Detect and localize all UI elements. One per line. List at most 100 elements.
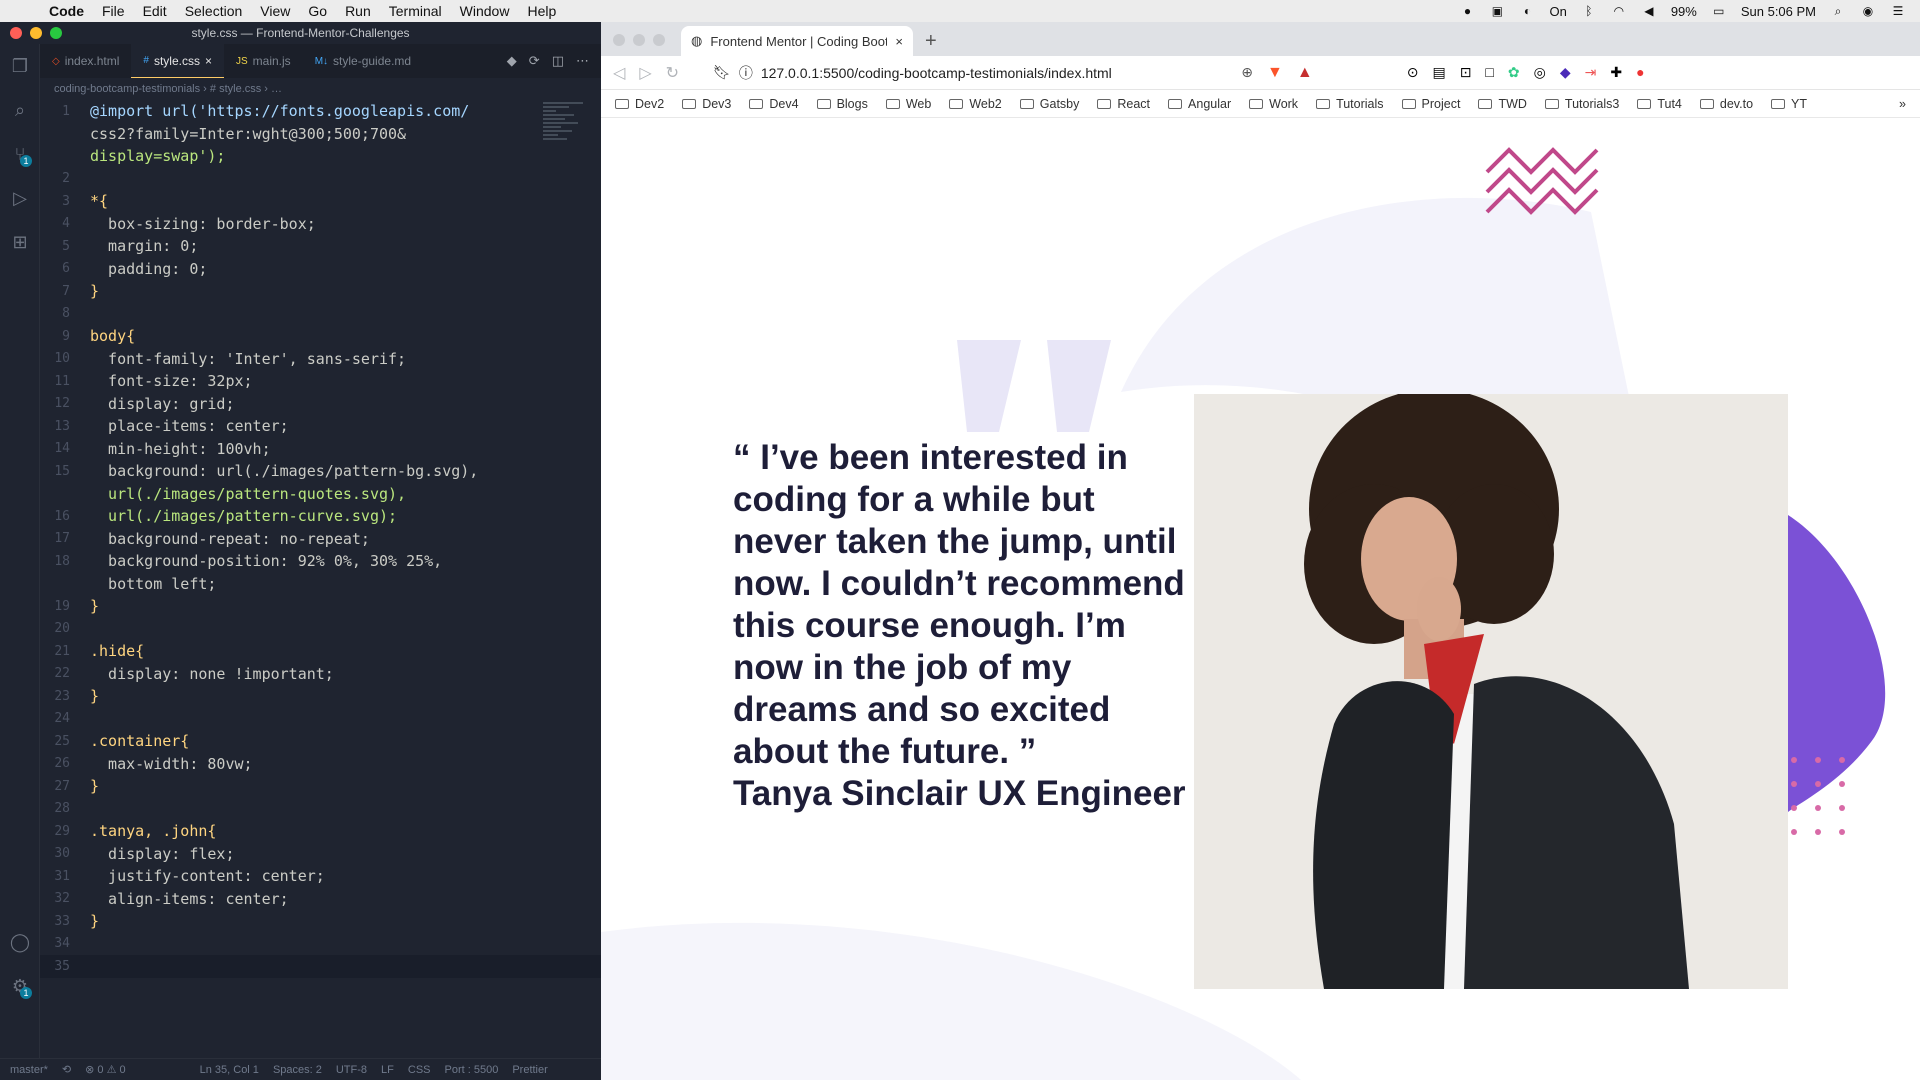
extension-icon[interactable]: ◎ — [1534, 64, 1546, 81]
code-line[interactable]: 3 *{ — [40, 190, 601, 213]
code-line[interactable]: url(./images/pattern-quotes.svg), — [40, 483, 601, 506]
battery-icon[interactable]: ▭ — [1711, 4, 1727, 18]
browser-minimize-button[interactable] — [633, 34, 645, 46]
code-line[interactable]: 30 display: flex; — [40, 843, 601, 866]
git-compare-icon[interactable]: ◆ — [507, 53, 517, 69]
control-center-icon[interactable]: ☰ — [1890, 4, 1906, 18]
extension-icon[interactable]: ⊙ — [1407, 64, 1419, 81]
menu-view[interactable]: View — [251, 3, 299, 19]
back-icon[interactable]: ◁ — [613, 63, 625, 83]
code-line[interactable]: 17 background-repeat: no-repeat; — [40, 528, 601, 551]
bookmark-folder[interactable]: Tutorials — [1316, 97, 1384, 111]
bookmarks-overflow-button[interactable]: » — [1899, 97, 1920, 111]
code-text[interactable]: display=swap'); — [90, 147, 225, 165]
code-line[interactable]: 13 place-items: center; — [40, 415, 601, 438]
cursor-position[interactable]: Ln 35, Col 1 — [200, 1064, 259, 1076]
code-line[interactable]: 21 .hide{ — [40, 640, 601, 663]
code-text[interactable]: url(./images/pattern-quotes.svg), — [90, 485, 406, 503]
code-text[interactable]: font-size: 32px; — [90, 372, 253, 390]
code-line[interactable]: 14 min-height: 100vh; — [40, 438, 601, 461]
code-line[interactable]: 27} — [40, 775, 601, 798]
code-line[interactable]: 8 — [40, 303, 601, 326]
bookmark-folder[interactable]: Gatsby — [1019, 97, 1079, 111]
tab-main-js[interactable]: JS main.js — [224, 44, 303, 78]
search-icon[interactable]: ⌕ — [0, 88, 40, 132]
minimize-window-button[interactable] — [30, 27, 42, 39]
code-line[interactable]: 6 padding: 0; — [40, 258, 601, 281]
extension-icon[interactable]: ◆ — [1560, 64, 1571, 81]
new-tab-button[interactable]: + — [925, 26, 937, 56]
code-line[interactable]: 22 display: none !important; — [40, 663, 601, 686]
menu-edit[interactable]: Edit — [134, 3, 176, 19]
code-line[interactable]: 10 font-family: 'Inter', sans-serif; — [40, 348, 601, 371]
gatekeeper-icon[interactable]: ● — [1459, 4, 1475, 18]
extension-icon[interactable]: ✿ — [1508, 64, 1520, 81]
code-text[interactable]: .hide{ — [90, 642, 144, 660]
code-line[interactable]: 32 align-items: center; — [40, 888, 601, 911]
bookmark-folder[interactable]: Project — [1401, 97, 1460, 111]
run-debug-icon[interactable]: ▷ — [0, 176, 40, 220]
code-line[interactable]: 5 margin: 0; — [40, 235, 601, 258]
code-text[interactable]: align-items: center; — [90, 890, 289, 908]
bookmark-folder[interactable]: Angular — [1168, 97, 1231, 111]
code-text[interactable]: min-height: 100vh; — [90, 440, 271, 458]
code-text[interactable]: background: url(./images/pattern-bg.svg)… — [90, 462, 478, 480]
code-text[interactable]: justify-content: center; — [90, 867, 325, 885]
code-text[interactable]: display: grid; — [90, 395, 234, 413]
code-line[interactable]: 25 .container{ — [40, 730, 601, 753]
code-editor[interactable]: 1 @import url('https://fonts.googleapis.c… — [40, 100, 601, 1058]
code-line[interactable]: 16 url(./images/pattern-curve.svg); — [40, 505, 601, 528]
code-line[interactable]: 28 — [40, 798, 601, 821]
code-text[interactable]: } — [90, 282, 99, 300]
close-window-button[interactable] — [10, 27, 22, 39]
address-bar[interactable]: 🔖︎ ⓘ 127.0.0.1:5500/coding-bootcamp-test… — [713, 59, 1253, 87]
reload-icon[interactable]: ↻ — [666, 63, 679, 83]
settings-gear-icon[interactable]: ⚙ 1 — [0, 964, 40, 1008]
code-line[interactable]: 15 background: url(./images/pattern-bg.s… — [40, 460, 601, 483]
code-line[interactable]: display=swap'); — [40, 145, 601, 168]
menu-window[interactable]: Window — [451, 3, 519, 19]
extension-icon[interactable]: ⊡ — [1460, 64, 1472, 81]
close-tab-icon[interactable]: × — [895, 34, 903, 49]
problems-status[interactable]: ⊗ 0 ⚠ 0 — [85, 1063, 125, 1076]
code-text[interactable]: place-items: center; — [90, 417, 289, 435]
bookmark-folder[interactable]: Work — [1249, 97, 1298, 111]
code-line[interactable]: 33} — [40, 910, 601, 933]
code-text[interactable]: .tanya, .john{ — [90, 822, 216, 840]
bookmark-folder[interactable]: YT — [1771, 97, 1807, 111]
code-line[interactable]: 1 @import url('https://fonts.googleapis.c… — [40, 100, 601, 123]
breadcrumb[interactable]: coding-bootcamp-testimonials › # style.c… — [54, 78, 282, 100]
code-line[interactable]: 34 — [40, 933, 601, 956]
code-line[interactable]: 20 — [40, 618, 601, 641]
menu-terminal[interactable]: Terminal — [380, 3, 451, 19]
profile-icon[interactable]: ● — [1636, 64, 1644, 81]
code-line[interactable]: 11 font-size: 32px; — [40, 370, 601, 393]
code-text[interactable]: *{ — [90, 192, 108, 210]
extension-icon[interactable]: ⇥ — [1585, 64, 1597, 81]
extensions-icon[interactable]: ⊞ — [0, 220, 40, 264]
close-tab-icon[interactable]: × — [205, 54, 212, 68]
bookmark-icon[interactable]: 🔖︎ — [713, 64, 731, 81]
code-text[interactable]: @import url('https://fonts.googleapis.co… — [90, 102, 469, 120]
clock[interactable]: Sun 5:06 PM — [1741, 4, 1816, 19]
bookmark-folder[interactable]: TWD — [1478, 97, 1527, 111]
extension-icon[interactable]: ▤ — [1432, 64, 1445, 81]
bookmark-folder[interactable]: Web — [885, 97, 931, 111]
puzzle-extensions-icon[interactable]: ✚ — [1610, 64, 1622, 81]
bluetooth-icon[interactable]: ᛒ — [1581, 4, 1597, 18]
browser-zoom-button[interactable] — [653, 34, 665, 46]
siri-icon[interactable]: ◉ — [1860, 4, 1876, 18]
eol-status[interactable]: LF — [381, 1064, 394, 1076]
code-line[interactable]: 2 — [40, 168, 601, 191]
code-text[interactable]: } — [90, 912, 99, 930]
git-branch-status[interactable]: master* — [10, 1064, 48, 1076]
code-text[interactable]: padding: 0; — [90, 260, 207, 278]
bookmark-folder[interactable]: dev.to — [1699, 97, 1753, 111]
bookmark-folder[interactable]: Web2 — [949, 97, 1002, 111]
open-changes-icon[interactable]: ⟳ — [529, 53, 540, 69]
sync-icon[interactable]: ⟲ — [62, 1063, 71, 1076]
brave-rewards-icon[interactable]: ▲ — [1297, 64, 1313, 82]
bookmark-folder[interactable]: Dev3 — [682, 97, 731, 111]
brave-shields-icon[interactable]: ▼ — [1267, 64, 1283, 82]
code-line[interactable]: 18 background-position: 92% 0%, 30% 25%, — [40, 550, 601, 573]
